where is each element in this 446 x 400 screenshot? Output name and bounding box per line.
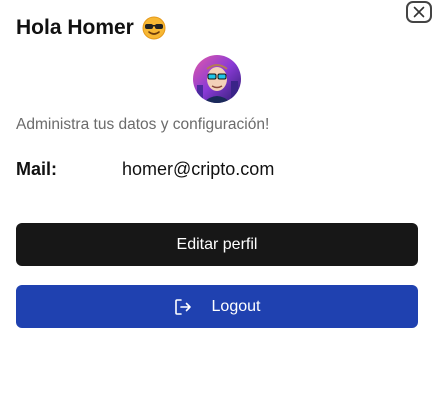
profile-subtitle: Administra tus datos y configuración! [16, 116, 270, 133]
sunglasses-face-icon [142, 16, 166, 40]
edit-profile-button[interactable]: Editar perfil [16, 223, 418, 266]
logout-icon [174, 298, 192, 316]
profile-header: Hola Homer [16, 14, 166, 42]
mail-value: homer@cripto.com [122, 159, 275, 179]
close-button[interactable] [406, 1, 432, 23]
avatar [193, 55, 241, 103]
logout-label: Logout [211, 297, 261, 315]
close-icon [413, 6, 425, 18]
logout-button[interactable]: Logout [16, 285, 418, 328]
greeting-title: Hola Homer [16, 16, 134, 39]
mail-label: Mail: [16, 159, 58, 179]
edit-profile-label: Editar perfil [176, 235, 258, 253]
profile-panel: Hola Homer Administra tus datos y config… [0, 0, 446, 400]
